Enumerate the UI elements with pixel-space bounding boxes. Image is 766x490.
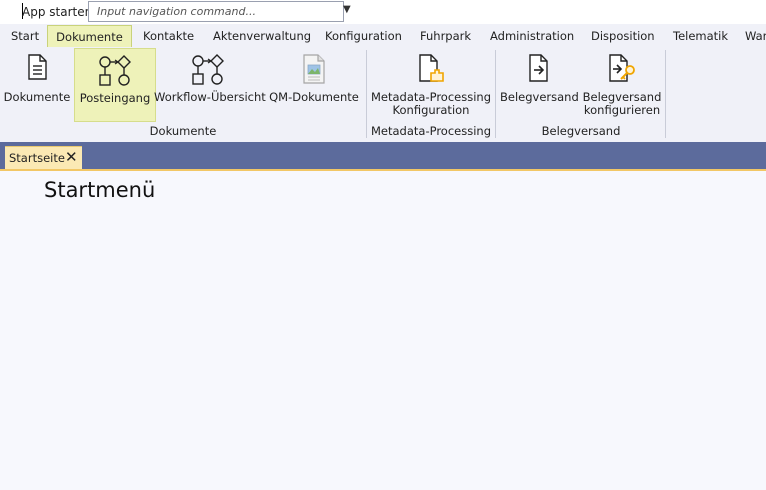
posteingang-button[interactable]: Posteingang (74, 48, 156, 122)
doc-tab-startseite[interactable]: Startseite ✕ (5, 146, 82, 169)
belegversand-konfigurieren-label: Belegversand konfigurieren (580, 91, 664, 117)
qm-document-icon (301, 54, 327, 87)
belegversand-konfigurieren-button[interactable]: Belegversand konfigurieren (580, 48, 664, 120)
tab-telematik[interactable]: Telematik (673, 24, 728, 48)
beleg-konf-line1: Belegversand (582, 90, 662, 104)
menu-tab-bar: Start Dokumente Kontakte Aktenverwaltung… (0, 24, 766, 49)
tab-dokumente[interactable]: Dokumente (47, 25, 132, 47)
navigation-command-input[interactable] (88, 1, 344, 22)
document-send-key-icon (607, 54, 637, 87)
beleg-konf-line2: konfigurieren (583, 103, 661, 117)
document-settings-icon (417, 54, 445, 87)
workflow-inbox-icon (97, 55, 133, 90)
workflow-uebersicht-button[interactable]: Workflow-Übersicht (154, 48, 266, 120)
group-label-dokumente: Dokumente (149, 124, 217, 138)
tab-kontakte[interactable]: Kontakte (143, 24, 194, 48)
workflow-uebersicht-label: Workflow-Übersicht (154, 90, 266, 104)
posteingang-label: Posteingang (79, 91, 151, 105)
metadata-line2: Konfiguration (392, 103, 470, 117)
tab-konfiguration[interactable]: Konfiguration (325, 24, 402, 48)
close-icon[interactable]: ✕ (65, 148, 78, 166)
dokumente-button[interactable]: Dokumente (2, 48, 72, 120)
workflow-icon (190, 54, 226, 89)
tab-administration[interactable]: Administration (490, 24, 574, 48)
main-content: Startmenü (0, 171, 766, 490)
app-start-label: App starten (22, 5, 93, 19)
document-tab-strip: Startseite ✕ (0, 142, 766, 169)
command-bar: App starten ▼ (0, 0, 766, 24)
qm-dokumente-button[interactable]: QM-Dokumente (268, 48, 360, 120)
doc-tab-label: Startseite (9, 151, 65, 165)
tab-disposition[interactable]: Disposition (591, 24, 655, 48)
page-title: Startmenü (44, 178, 156, 202)
tab-aktenverwaltung[interactable]: Aktenverwaltung (213, 24, 311, 48)
ribbon: Dokumente Posteingang Workflow-Übersicht… (0, 48, 766, 142)
group-label-metadata-processing: Metadata-Processing (370, 124, 491, 138)
dropdown-arrow-icon[interactable]: ▼ (343, 4, 351, 15)
tab-fuhrpark[interactable]: Fuhrpark (420, 24, 471, 48)
tab-start[interactable]: Start (11, 24, 39, 48)
metadata-line1: Metadata-Processing (370, 90, 491, 104)
tab-war[interactable]: War (745, 24, 766, 48)
document-icon (26, 54, 48, 83)
belegversand-label: Belegversand (500, 90, 579, 104)
metadata-processing-konfiguration-label: Metadata-Processing Konfiguration (370, 91, 492, 117)
qm-dokumente-label: QM-Dokumente (269, 90, 359, 104)
document-send-icon (527, 54, 551, 87)
dokumente-label: Dokumente (3, 90, 71, 104)
belegversand-button[interactable]: Belegversand (500, 48, 579, 120)
metadata-processing-konfiguration-button[interactable]: Metadata-Processing Konfiguration (370, 48, 492, 120)
group-label-belegversand: Belegversand (541, 124, 621, 138)
